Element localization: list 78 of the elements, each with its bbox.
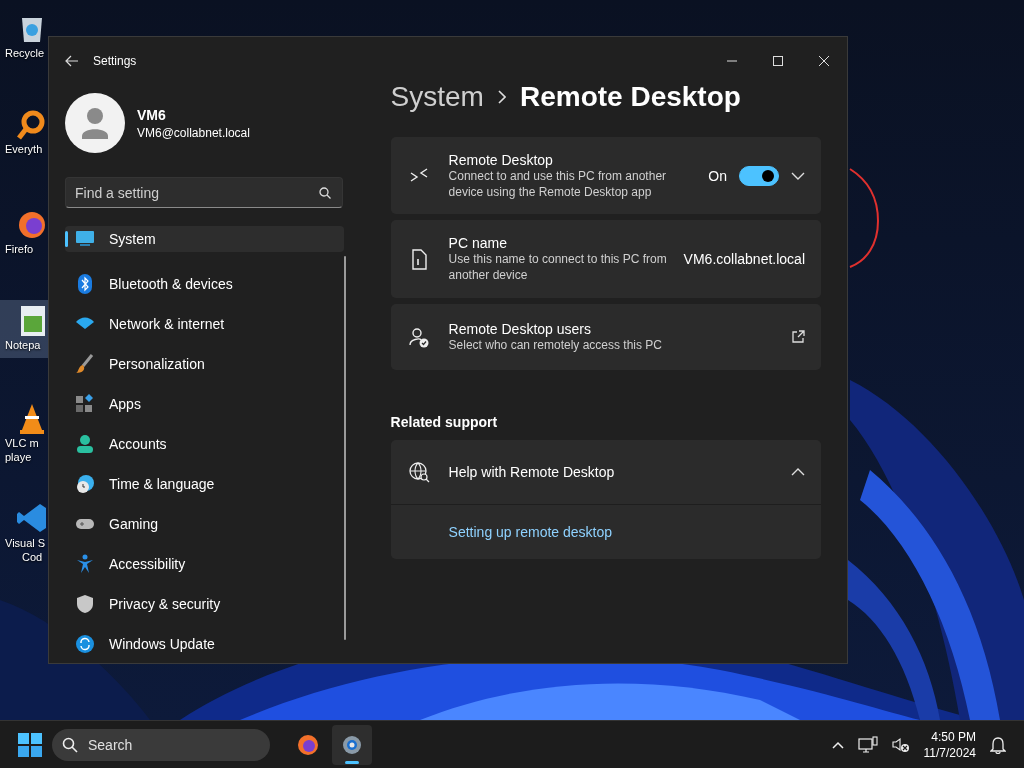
account-name: VM6 [137,106,167,123]
paintbrush-icon [75,354,95,374]
taskbar-search-field[interactable]: Search [52,728,270,761]
setting-description: Connect to and use this PC from another device using the Remote Desktop app [448,168,668,200]
window-title: Settings [93,54,137,68]
desktop-icon-label[interactable]: Visual S [5,536,46,550]
nav-item[interactable]: System [65,226,344,252]
start-icon[interactable] [18,732,42,757]
monitor-icon [75,229,95,249]
chevron-up-icon[interactable] [831,740,844,749]
setting-title: PC name [448,235,508,251]
running-indicator [345,760,359,764]
nav-item[interactable]: Bluetooth & devices [65,266,344,302]
nav-item[interactable]: Gaming [65,506,344,542]
close-icon[interactable] [818,56,830,66]
desktop-icon-label[interactable]: Cod [22,550,43,564]
desktop-icon-label[interactable]: Everyth [5,142,43,156]
firefox-app-icon [296,732,320,757]
search-icon [319,187,331,199]
speaker-muted-icon[interactable] [891,736,910,753]
clock-time[interactable]: 4:50 PM [931,728,976,745]
desktop-icon-label[interactable]: VLC m [5,436,39,450]
nav-item[interactable]: Windows Update [65,626,344,662]
clock-globe-icon [75,474,95,494]
setting-description: Select who can remotely access this PC [448,337,663,353]
nav-item[interactable]: Privacy & security [65,586,344,622]
setting-description: Use this name to connect to this PC from another device [448,251,668,283]
apps-grid-icon [75,394,95,414]
desktop-icon-label[interactable]: Recycle [5,46,45,60]
avatar-icon [65,93,125,153]
back-arrow-icon[interactable] [65,55,79,67]
nav-item[interactable]: Network & internet [65,306,344,342]
desktop-shortcut-tile[interactable]: Notepa [0,300,48,358]
desktop-icon-label[interactable]: playe [5,450,32,464]
network-monitor-icon[interactable] [857,735,878,754]
nav-item[interactable]: Accessibility [65,546,344,582]
shield-icon [75,594,95,614]
open-external-icon[interactable] [791,330,805,344]
setting-card[interactable]: Remote Desktop users Select who can remotely access this PC [390,304,821,370]
account-email: VM6@collabnet.local [137,125,250,140]
nav-item[interactable]: Accounts [65,426,344,462]
nav-item[interactable]: Time & language [65,466,344,502]
bell-icon[interactable] [990,735,1006,754]
desktop-icon-label[interactable]: Notepa [5,338,41,352]
toggle-state-label: On [708,167,727,184]
nav-item[interactable]: Personalization [65,346,344,382]
desktop-shortcut-tile[interactable]: VLC m playe [0,398,48,470]
section-heading: Related support [390,414,499,430]
setting-title: Remote Desktop [448,151,554,168]
page-title: Remote Desktop [519,81,741,113]
maximize-icon[interactable] [772,56,784,66]
scrollbar[interactable] [344,256,346,640]
person-icon [75,434,95,454]
users-check-icon [407,326,430,348]
help-title: Help with Remote Desktop [448,464,616,480]
nav-item[interactable]: Apps [65,386,344,422]
globe-icon [407,461,430,483]
pc-name-value: VM6.collabnet.local [683,251,805,267]
chevron-up-icon[interactable] [791,468,805,476]
selection-indicator [65,231,68,247]
accessibility-figure-icon [75,554,95,574]
desktop-shortcut-tile[interactable]: Visual S Cod [0,498,48,570]
chevron-down-icon[interactable] [791,171,805,180]
desktop-shortcut-tile[interactable]: Everyth [0,104,48,162]
desktop-shortcut-tile[interactable]: Firefo [0,204,48,262]
desktop-icon-label[interactable]: Firefo [5,242,34,256]
desktop-shortcut-tile[interactable]: Recycle [0,8,48,66]
settings-search-field[interactable]: Find a setting [65,177,343,208]
setting-title: Remote Desktop users [448,321,592,337]
clock-date[interactable]: 11/7/2024 [923,744,976,761]
update-arrows-icon [75,634,95,654]
chevron-right-icon [497,90,506,104]
help-link[interactable]: Setting up remote desktop [448,524,613,540]
bluetooth-icon [75,274,95,294]
search-icon [62,736,78,753]
breadcrumb-link[interactable]: System [390,81,484,113]
toggle-switch[interactable] [739,165,779,186]
taskbar-app-button[interactable] [332,724,372,765]
